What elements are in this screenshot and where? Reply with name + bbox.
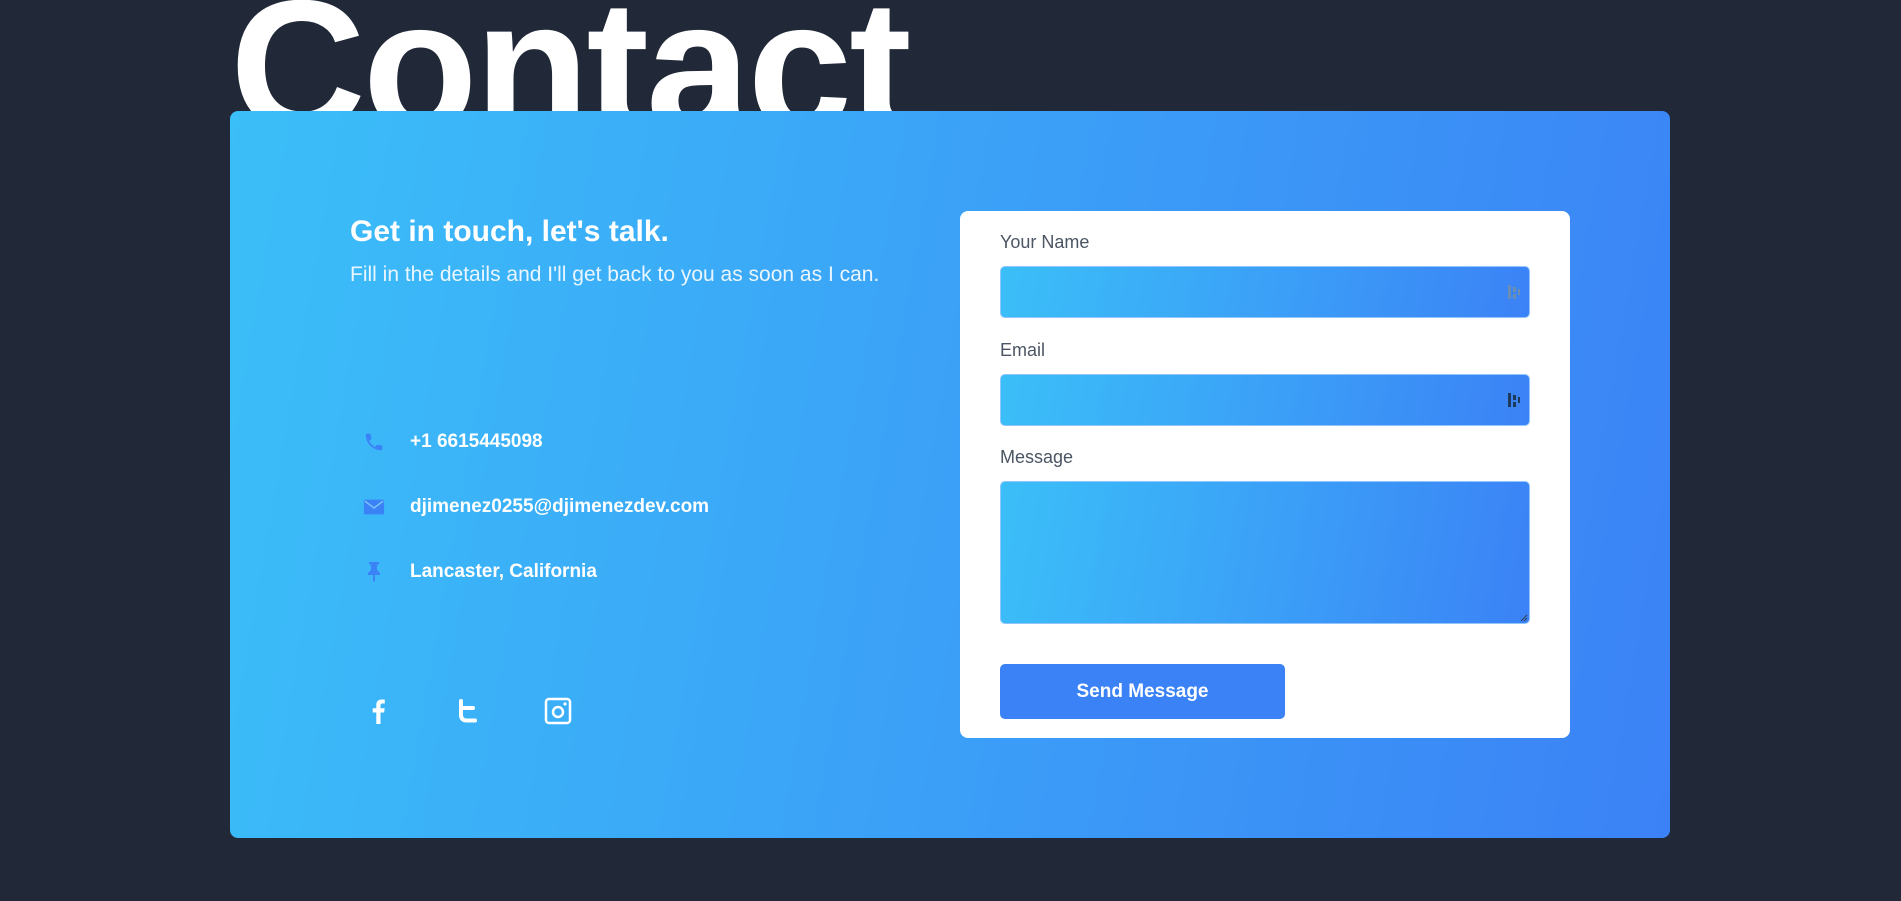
contact-info-list: +1 6615445098 djimenez0255@djimenezdev.c… xyxy=(360,409,709,604)
location-text: Lancaster, California xyxy=(410,560,597,582)
contact-page: Contact Get in touch, let's talk. Fill i… xyxy=(0,0,1901,901)
facebook-icon xyxy=(372,699,385,724)
pin-icon xyxy=(360,558,388,586)
twitter-icon xyxy=(459,699,477,723)
name-label: Your Name xyxy=(1000,232,1090,252)
name-input[interactable] xyxy=(1000,266,1530,318)
phone-icon xyxy=(360,428,388,456)
contact-location: Lancaster, California xyxy=(360,539,709,604)
twitter-link[interactable] xyxy=(452,695,484,727)
autofill-icon xyxy=(1508,393,1520,407)
message-input[interactable] xyxy=(1000,481,1530,624)
social-links xyxy=(362,695,574,727)
email-label: Email xyxy=(1000,340,1046,360)
mail-icon xyxy=(360,493,388,521)
contact-subheadline: Fill in the details and I'll get back to… xyxy=(350,263,880,286)
contact-phone: +1 6615445098 xyxy=(360,409,709,474)
message-label: Message xyxy=(1000,447,1074,467)
instagram-link[interactable] xyxy=(542,695,574,727)
email-input[interactable] xyxy=(1000,374,1530,426)
instagram-icon xyxy=(544,697,572,725)
autofill-icon xyxy=(1508,285,1520,299)
contact-form: Your Name Email Message Send Message xyxy=(960,211,1570,738)
send-message-button[interactable]: Send Message xyxy=(1000,664,1285,719)
email-address: djimenez0255@djimenezdev.com xyxy=(410,495,710,517)
resize-grip-icon[interactable] xyxy=(1520,614,1528,622)
contact-email: djimenez0255@djimenezdev.com xyxy=(360,474,709,539)
name-field-wrapper xyxy=(1000,266,1530,318)
facebook-link[interactable] xyxy=(362,695,394,727)
phone-number: +1 6615445098 xyxy=(410,430,543,452)
email-field-wrapper xyxy=(1000,374,1530,426)
contact-card: Get in touch, let's talk. Fill in the de… xyxy=(230,111,1670,838)
contact-headline: Get in touch, let's talk. xyxy=(350,215,669,248)
